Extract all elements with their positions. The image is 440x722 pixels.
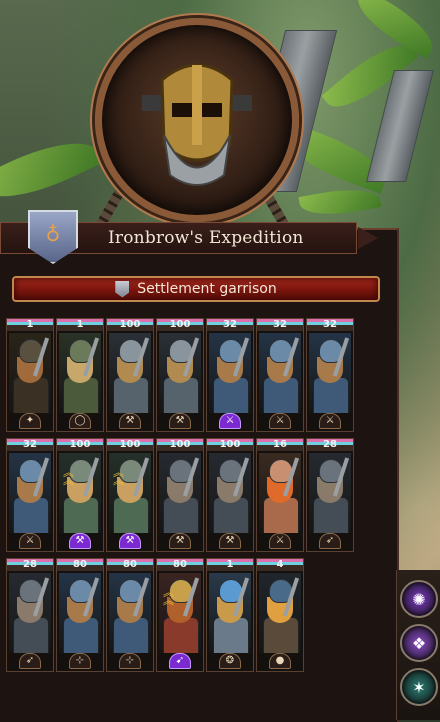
unit-type-icon: ➶ [319, 533, 341, 549]
unit-count: 28 [7, 559, 53, 571]
unit-card[interactable]: 32 ⚔ [6, 438, 54, 552]
unit-card[interactable]: 4 ● [256, 558, 304, 672]
unit-portrait [9, 573, 51, 653]
unit-type-icon: ⚒ [219, 533, 241, 549]
unit-card[interactable]: 100 ⚒ [206, 438, 254, 552]
unit-count: 28 [307, 439, 353, 451]
unit-portrait [259, 573, 301, 653]
unit-portrait [209, 333, 251, 413]
unit-type-icon: ⚔ [219, 413, 241, 429]
unit-card[interactable]: 80 ⊹ [56, 558, 104, 672]
settlement-garrison-button[interactable]: Settlement garrison [12, 276, 380, 302]
unit-type-icon: ⊹ [69, 653, 91, 669]
banner-glyph: ♁ [45, 222, 61, 246]
unit-card[interactable]: 100 ⚒ [156, 438, 204, 552]
unit-count: 32 [307, 319, 353, 331]
unit-count: 80 [107, 559, 153, 571]
magic-icon[interactable]: ✺ [400, 580, 438, 618]
unit-type-icon: ● [269, 653, 291, 669]
unit-card[interactable]: 100 ⚒ [156, 318, 204, 432]
unit-type-icon: ⚒ [169, 533, 191, 549]
unit-count: 32 [207, 319, 253, 331]
unit-type-icon: ⚔ [19, 533, 41, 549]
unit-portrait: ︽ ︽ [59, 453, 101, 533]
unit-type-icon: ➹ [169, 653, 191, 669]
unit-count: 16 [257, 439, 303, 451]
unit-card[interactable]: 1 ✦ [6, 318, 54, 432]
unit-portrait: ︽ ︽ [109, 453, 151, 533]
unit-type-icon: ❂ [219, 653, 241, 669]
rune-icon[interactable]: ✶ [400, 668, 438, 706]
title-arrow-decor [358, 227, 378, 249]
unit-portrait [159, 453, 201, 533]
dwarf-helmet-icon [142, 63, 252, 186]
unit-portrait [109, 573, 151, 653]
unit-card[interactable]: 28 ➶ [306, 438, 354, 552]
unit-count: 80 [157, 559, 203, 571]
unit-card[interactable]: 32 ⚔ [206, 318, 254, 432]
unit-portrait [109, 333, 151, 413]
unit-count: 100 [107, 439, 153, 451]
unit-type-icon: ⊹ [119, 653, 141, 669]
unit-card[interactable]: 80 ⊹ [106, 558, 154, 672]
rank-chevrons-icon: ︽ ︽ [113, 466, 124, 487]
unit-card[interactable]: 16 ⚔ [256, 438, 304, 552]
garrison-label: Settlement garrison [137, 281, 277, 297]
unit-card[interactable]: 32 ⚔ [306, 318, 354, 432]
unit-type-icon: ⚔ [269, 533, 291, 549]
unit-count: 80 [57, 559, 103, 571]
unit-count: 1 [57, 319, 103, 331]
unit-type-icon: ⚔ [269, 413, 291, 429]
unit-card[interactable]: 100 ︽ ︽ ⚒ [56, 438, 104, 552]
shield-icon [115, 280, 130, 298]
unit-count: 100 [107, 319, 153, 331]
unit-card[interactable]: 32 ⚔ [256, 318, 304, 432]
army-name: Ironbrow's Expedition [108, 228, 304, 248]
unit-type-icon: ◯ [69, 413, 91, 429]
unit-card[interactable]: 1 ◯ [56, 318, 104, 432]
unit-portrait [209, 453, 251, 533]
unit-portrait [59, 573, 101, 653]
arcane-icon[interactable]: ❖ [400, 624, 438, 662]
unit-portrait [9, 453, 51, 533]
unit-portrait [259, 333, 301, 413]
unit-count: 4 [257, 559, 303, 571]
unit-portrait [309, 333, 351, 413]
unit-type-icon: ⚔ [319, 413, 341, 429]
unit-count: 100 [157, 319, 203, 331]
unit-type-icon: ⚒ [69, 533, 91, 549]
unit-card[interactable]: 80 ︽ ︽ ➹ [156, 558, 204, 672]
unit-portrait [259, 453, 301, 533]
unit-count: 100 [57, 439, 103, 451]
unit-count: 100 [207, 439, 253, 451]
unit-card[interactable]: 28 ➶ [6, 558, 54, 672]
unit-card[interactable]: 100 ⚒ [106, 318, 154, 432]
unit-count: 1 [207, 559, 253, 571]
general-portrait[interactable] [95, 18, 299, 222]
unit-type-icon: ⚒ [119, 413, 141, 429]
unit-count: 100 [157, 439, 203, 451]
unit-portrait: ︽ ︽ [159, 573, 201, 653]
unit-portrait [309, 453, 351, 533]
unit-card[interactable]: 1 ❂ [206, 558, 254, 672]
unit-count: 1 [7, 319, 53, 331]
unit-type-icon: ➶ [19, 653, 41, 669]
unit-card[interactable]: 100 ︽ ︽ ⚒ [106, 438, 154, 552]
unit-portrait [209, 573, 251, 653]
unit-portrait [59, 333, 101, 413]
unit-type-icon: ⚒ [119, 533, 141, 549]
unit-type-icon: ⚒ [169, 413, 191, 429]
rank-chevrons-icon: ︽ ︽ [163, 586, 174, 607]
rank-chevrons-icon: ︽ ︽ [63, 466, 74, 487]
unit-portrait [159, 333, 201, 413]
unit-type-icon: ✦ [19, 413, 41, 429]
unit-count: 32 [257, 319, 303, 331]
unit-count: 32 [7, 439, 53, 451]
unit-portrait [9, 333, 51, 413]
